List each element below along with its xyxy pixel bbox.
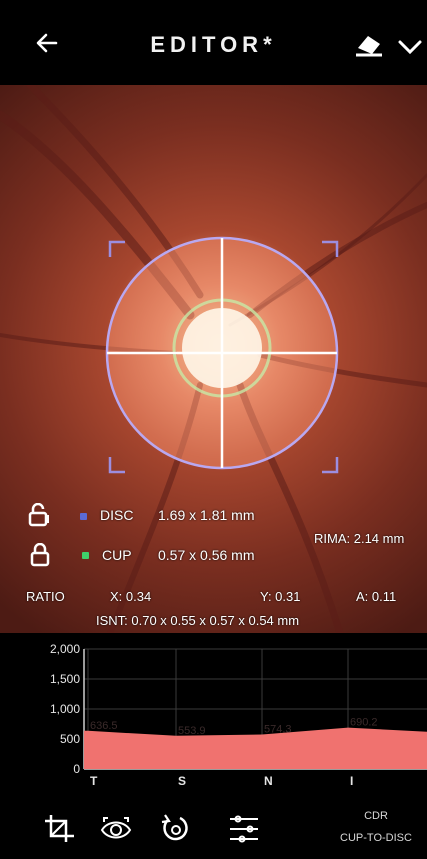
crop-icon [45, 815, 74, 842]
chart-svg: 2,000 1,500 1,000 500 0 636.5 T 553.9 S 574.3 N 690… [50, 642, 427, 788]
cup-value: 0.57 x 0.56 mm [158, 547, 255, 563]
y-tick-label: 500 [60, 732, 80, 746]
x-tick-label: T [90, 774, 98, 788]
sliders-icon [230, 815, 258, 843]
chevron-down-button[interactable] [396, 34, 426, 58]
rima-value: RIMA: 2.14 mm [314, 531, 405, 546]
cdr-label: CDR [364, 810, 388, 822]
cup-legend-marker [82, 552, 89, 559]
eye-scan-button[interactable] [98, 812, 134, 846]
y-tick-label: 0 [73, 762, 80, 776]
rotate-icon [161, 814, 188, 841]
eye-scan-icon [100, 817, 132, 839]
eraser-icon [356, 36, 382, 57]
data-label: 553.9 [178, 725, 206, 737]
data-label: 636.5 [90, 720, 118, 732]
y-tick-label: 1,000 [50, 702, 80, 716]
top-bar: EDITOR* [0, 0, 427, 85]
chevron-down-icon [398, 40, 422, 55]
crop-button[interactable] [42, 812, 78, 846]
rotate-button[interactable] [158, 812, 194, 846]
y-tick-label: 2,000 [50, 642, 80, 656]
disc-label: DISC [100, 507, 134, 523]
y-tick-label: 1,500 [50, 672, 80, 686]
area-series [84, 727, 427, 769]
data-label: 574.3 [264, 724, 292, 736]
disc-value: 1.69 x 1.81 mm [158, 507, 255, 523]
cdr-button[interactable]: CDR CUP-TO-DISC [340, 808, 412, 854]
x-tick-label: S [178, 774, 186, 788]
isnt-value: ISNT: 0.70 x 0.55 x 0.57 x 0.54 mm [96, 613, 300, 628]
adjust-sliders-button[interactable] [226, 812, 262, 846]
ratio-x: X: 0.34 [110, 589, 152, 604]
disc-legend-marker [80, 513, 87, 520]
ratio-a: A: 0.11 [356, 589, 397, 604]
x-tick-label: N [264, 774, 273, 788]
rim-profile-chart: 2,000 1,500 1,000 500 0 636.5 T 553.9 S 574.3 N 690… [0, 633, 427, 799]
ratio-y: Y: 0.31 [260, 589, 301, 604]
x-tick-label: I [350, 774, 353, 788]
ratio-label: RATIO [26, 589, 65, 604]
cdr-sublabel: CUP-TO-DISC [340, 832, 412, 844]
fundus-image[interactable]: DISC 1.69 x 1.81 mm CUP 0.57 x 0.56 mm R… [0, 85, 427, 633]
eraser-button[interactable] [352, 30, 388, 58]
cup-label: CUP [102, 547, 132, 563]
data-label: 690.2 [350, 717, 378, 729]
